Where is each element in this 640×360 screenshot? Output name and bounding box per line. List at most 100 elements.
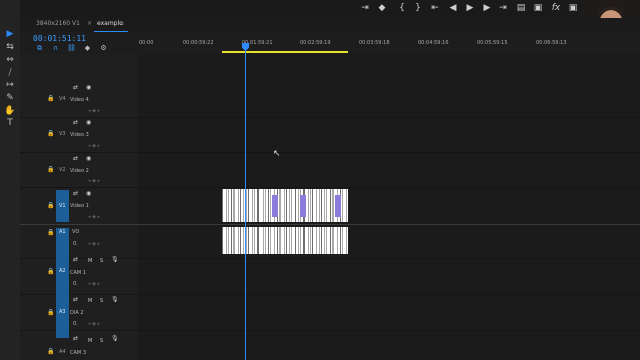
time-ruler[interactable]: 00:00 00:00:59:22 00:01:59:21 00:02:59:1… — [137, 32, 640, 54]
add-marker-icon[interactable]: ◆ — [83, 44, 92, 53]
eye-icon[interactable]: ◉ — [86, 155, 91, 162]
tab-sequence-3840[interactable]: 3840x2160 V1 — [36, 20, 80, 27]
camera-icon[interactable]: ▣ — [568, 2, 578, 14]
playhead-line[interactable] — [245, 44, 246, 360]
clip-segment — [246, 189, 247, 222]
sync-lock-icon[interactable]: ⇄ — [73, 256, 78, 263]
clip-segment — [263, 227, 264, 254]
hand-tool-icon[interactable]: ✋ — [4, 106, 16, 116]
sync-lock-icon[interactable]: ⇄ — [73, 335, 78, 342]
sync-lock-icon[interactable]: ⇄ — [73, 155, 78, 162]
track-divider — [20, 117, 640, 118]
clip-segment — [243, 227, 244, 254]
eye-icon[interactable]: ◉ — [86, 190, 91, 197]
clip-segment — [222, 189, 223, 222]
mouse-cursor-icon: ↖ — [273, 149, 281, 159]
microphone-icon[interactable]: 🎙 — [111, 335, 119, 342]
volume-value[interactable]: 0. — [73, 241, 78, 247]
go-to-in-icon[interactable]: ⇤ — [430, 2, 440, 14]
eye-icon[interactable]: ◉ — [86, 84, 91, 91]
clip-segment — [340, 227, 341, 254]
playhead-timecode[interactable]: 00:01:51:11 — [33, 34, 86, 43]
keyframe-icon[interactable]: ◂ ◆ ▸ — [88, 143, 100, 149]
source-patch-audio[interactable] — [56, 228, 69, 338]
lock-icon[interactable]: 🔒 — [47, 95, 54, 102]
lock-icon[interactable]: 🔒 — [47, 202, 54, 209]
overwrite-icon[interactable]: ▣ — [533, 2, 543, 14]
track-name: DIA 2 — [70, 310, 84, 316]
solo-button[interactable]: S — [100, 338, 103, 344]
nest-icon[interactable]: ⧉ — [35, 44, 44, 53]
play-icon[interactable]: ▶ — [465, 2, 475, 14]
clip-marker — [300, 195, 306, 217]
lock-icon[interactable]: 🔒 — [47, 268, 54, 275]
step-back-icon[interactable]: ◀ — [448, 2, 458, 14]
video-clip[interactable] — [222, 189, 348, 222]
keyframe-icon[interactable]: ◂ ◆ ▸ — [88, 241, 100, 247]
sync-lock-icon[interactable]: ⇄ — [73, 296, 78, 303]
slip-tool-icon[interactable]: ↦ — [4, 80, 16, 90]
clip-segment — [226, 227, 227, 254]
fx-icon[interactable]: fx — [551, 2, 561, 14]
clip-segment — [332, 189, 334, 222]
mark-in-icon[interactable]: { — [397, 2, 407, 14]
ripple-edit-tool-icon[interactable]: ⇔ — [4, 55, 16, 65]
tools-panel: ▶ ⇆ ⇔ ⧸ ↦ ✎ ✋ T — [0, 0, 21, 360]
track-select-tool-icon[interactable]: ⇆ — [4, 42, 16, 52]
keyframe-icon[interactable]: ◂ ◆ ▸ — [88, 321, 100, 327]
keyframe-icon[interactable]: ◂ ◆ ▸ — [88, 281, 100, 287]
mute-button[interactable]: M — [88, 338, 92, 344]
tab-close-icon[interactable]: × — [87, 20, 92, 27]
microphone-icon[interactable]: 🎙 — [111, 256, 119, 263]
volume-value[interactable]: 0. — [73, 321, 78, 327]
linked-selection-icon[interactable]: ⛓ — [67, 44, 76, 53]
clip-segment — [231, 227, 232, 254]
track-divider — [20, 187, 640, 188]
mute-button[interactable]: M — [88, 258, 92, 264]
clip-segment — [326, 227, 327, 254]
clip-segment — [274, 227, 275, 254]
volume-value[interactable]: 0. — [73, 281, 78, 287]
lock-icon[interactable]: 🔒 — [47, 166, 54, 173]
microphone-icon[interactable]: 🎙 — [111, 296, 119, 303]
track-id: A4 — [59, 349, 66, 355]
clip-segment — [257, 227, 259, 254]
sync-lock-icon[interactable]: ⇄ — [73, 84, 78, 91]
timeline-tracks[interactable] — [137, 54, 640, 360]
keyframe-icon[interactable]: ◂ ◆ ▸ — [88, 214, 100, 220]
step-forward-icon[interactable]: ▶ — [482, 2, 492, 14]
export-frame-icon[interactable]: ⇥ — [360, 2, 370, 14]
mark-out-icon[interactable]: } — [413, 2, 423, 14]
eye-icon[interactable]: ◉ — [86, 119, 91, 126]
work-area-bar[interactable] — [222, 51, 348, 53]
sync-lock-icon[interactable]: ⇄ — [73, 190, 78, 197]
track-name: CAM 3 — [70, 350, 86, 356]
clip-segment — [324, 227, 325, 254]
marker-icon[interactable]: ◆ — [377, 2, 387, 14]
lock-icon[interactable]: 🔒 — [47, 309, 54, 316]
ruler-label: 00:00 — [139, 40, 154, 46]
insert-icon[interactable]: ▤ — [516, 2, 526, 14]
clip-segment — [289, 227, 290, 254]
lock-icon[interactable]: 🔒 — [47, 229, 54, 236]
solo-button[interactable]: S — [100, 258, 103, 264]
tab-menu-icon[interactable]: ≡ — [119, 20, 124, 27]
solo-button[interactable]: S — [100, 298, 103, 304]
track-name: CAM 1 — [70, 270, 86, 276]
sync-lock-icon[interactable]: ⇄ — [73, 119, 78, 126]
selection-tool-icon[interactable]: ▶ — [4, 29, 16, 39]
wrench-icon[interactable]: ⚙ — [99, 44, 108, 53]
keyframe-icon[interactable]: ◂ ◆ ▸ — [88, 178, 100, 184]
snap-icon[interactable]: ∩ — [51, 44, 60, 53]
keyframe-icon[interactable]: ◂ ◆ ▸ — [88, 108, 100, 114]
pen-tool-icon[interactable]: ✎ — [4, 93, 16, 103]
track-id: A2 — [59, 268, 66, 274]
mute-button[interactable]: M — [88, 298, 92, 304]
razor-tool-icon[interactable]: ⧸ — [4, 68, 16, 78]
lock-icon[interactable]: 🔒 — [47, 348, 54, 355]
go-to-out-icon[interactable]: ⇥ — [498, 2, 508, 14]
lock-icon[interactable]: 🔒 — [47, 130, 54, 137]
type-tool-icon[interactable]: T — [4, 118, 16, 128]
clip-segment — [310, 227, 311, 254]
audio-clip[interactable] — [222, 227, 348, 254]
